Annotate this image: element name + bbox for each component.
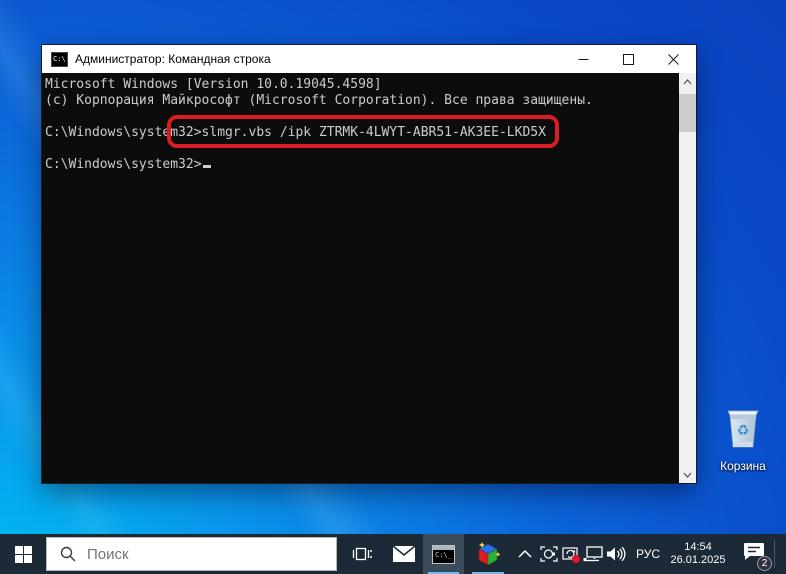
search-icon	[60, 546, 76, 562]
tray-capture-button[interactable]	[538, 534, 560, 574]
cmd-window: C:\. Администратор: Командная строка Mic…	[42, 45, 696, 483]
recycle-bin-icon: ♻	[720, 406, 766, 452]
language-indicator[interactable]: РУС	[630, 534, 666, 574]
tray-overflow-button[interactable]	[512, 534, 538, 574]
start-button[interactable]	[0, 534, 46, 574]
console-line-copyright: (c) Корпорация Майкрософт (Microsoft Cor…	[45, 93, 593, 108]
chevron-up-icon	[518, 550, 532, 558]
taskbar-search[interactable]	[46, 537, 337, 571]
minimize-icon	[578, 54, 589, 65]
task-view-button[interactable]	[344, 534, 380, 574]
windows-logo-icon	[15, 546, 32, 563]
chevron-up-icon	[683, 79, 692, 85]
action-center-button[interactable]: 2	[734, 534, 774, 574]
scrollbar[interactable]	[679, 73, 696, 483]
sync-alert-icon	[562, 546, 581, 563]
cmd-app-icon: C:\_	[432, 545, 455, 564]
cube-app-icon	[474, 540, 502, 568]
task-view-icon	[352, 545, 372, 563]
activator-app-button[interactable]	[467, 534, 509, 574]
scrollbar-thumb[interactable]	[679, 94, 696, 132]
taskbar-clock[interactable]: 14:54 26.01.2025	[666, 534, 730, 574]
recycle-bin-label: Корзина	[710, 459, 776, 473]
search-input[interactable]	[87, 546, 307, 563]
clock-time: 14:54	[684, 541, 712, 554]
cmd-taskbar-button[interactable]: C:\_	[423, 534, 464, 574]
notification-badge: 2	[757, 556, 772, 571]
show-desktop-button[interactable]	[775, 534, 786, 574]
tray-volume-button[interactable]	[604, 534, 628, 574]
capture-camera-icon	[540, 546, 558, 562]
speaker-icon	[606, 546, 626, 562]
taskbar: C:\_	[0, 534, 786, 574]
console-prompt-current: C:\Windows\system32>	[45, 157, 202, 172]
maximize-icon	[623, 54, 634, 65]
recycle-bin-shortcut[interactable]: ♻ Корзина	[710, 406, 776, 473]
svg-text:♻: ♻	[737, 423, 750, 439]
console-prompt: C:\Windows\system32>	[45, 125, 202, 140]
console-command: slmgr.vbs /ipk ZTRMK-4LWYT-ABR51-AK3EE-L…	[202, 125, 546, 140]
console-line-version: Microsoft Windows [Version 10.0.19045.45…	[45, 77, 382, 92]
scrollbar-up-button[interactable]	[679, 73, 696, 90]
minimize-button[interactable]	[561, 45, 606, 73]
console-text: Microsoft Windows [Version 10.0.19045.45…	[45, 77, 676, 173]
titlebar[interactable]: C:\. Администратор: Командная строка	[42, 45, 696, 73]
cmd-window-icon: C:\.	[51, 52, 68, 67]
desktop: C:\. Администратор: Командная строка Mic…	[0, 0, 786, 574]
clock-date: 26.01.2025	[670, 554, 725, 567]
close-icon	[668, 54, 679, 65]
text-cursor	[203, 165, 211, 168]
scrollbar-down-button[interactable]	[679, 466, 696, 483]
language-label: РУС	[636, 547, 660, 561]
console-output[interactable]: Microsoft Windows [Version 10.0.19045.45…	[42, 73, 696, 483]
chevron-down-icon	[683, 472, 692, 478]
window-title: Администратор: Командная строка	[75, 52, 271, 66]
tray-network-button[interactable]	[582, 534, 604, 574]
mail-app-button[interactable]	[385, 534, 422, 574]
tray-sync-alert-button[interactable]	[560, 534, 582, 574]
network-ethernet-icon	[583, 546, 603, 562]
close-button[interactable]	[651, 45, 696, 73]
maximize-button[interactable]	[606, 45, 651, 73]
mail-icon	[393, 546, 415, 562]
